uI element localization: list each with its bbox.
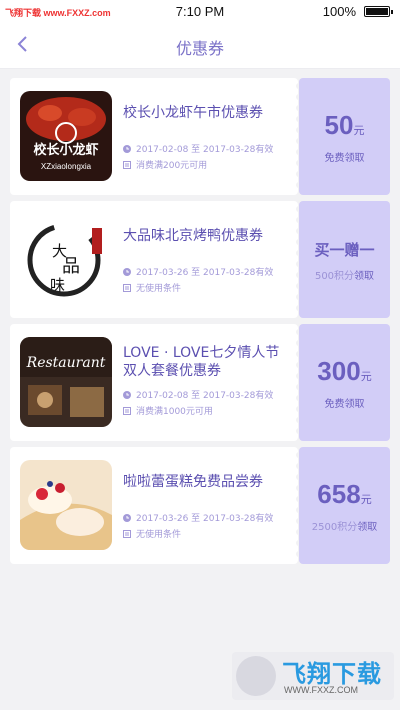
coupon-card[interactable]: Restaurant LOVE · LOVE七夕情人节双人套餐优惠券 2017-… — [10, 324, 390, 441]
coupon-title: 校长小龙虾午市优惠券 — [123, 105, 263, 121]
coupon-card[interactable]: 啦啦蕾蛋糕免费品尝券 2017-03-26 至 2017-03-28有效 无使用… — [10, 447, 390, 564]
coupon-condition: 消费满1000元可用 — [123, 404, 213, 417]
watermark-url: WWW.FXXZ.COM — [284, 685, 358, 695]
watermark: 飞翔下载 WWW.FXXZ.COM — [232, 652, 394, 700]
receipt-icon — [123, 161, 131, 169]
validity-text: 2017-03-26 至 2017-03-28有效 — [136, 514, 274, 524]
condition-text: 无使用条件 — [136, 284, 182, 294]
claim-button[interactable]: 免费领取 — [299, 395, 390, 410]
coupon-title: LOVE · LOVE七夕情人节双人套餐优惠券 — [123, 345, 280, 379]
amount-unit: 元 — [360, 493, 372, 506]
page-title: 优惠券 — [175, 39, 224, 58]
claim-button[interactable]: 500积分领取 — [299, 267, 390, 282]
coupon-info: 校长小龙虾 XZxiaolongxia 校长小龙虾午市优惠券 2017-02-0… — [10, 78, 298, 195]
coupon-title: 啦啦蕾蛋糕免费品尝券 — [123, 474, 263, 490]
amount-value: 300 — [317, 356, 361, 386]
claim-button[interactable]: 2500积分领取 — [299, 518, 390, 533]
coupon-validity: 2017-03-26 至 2017-03-28有效 — [123, 511, 273, 524]
restaurant-photo: Restaurant — [20, 337, 112, 427]
clock-icon — [123, 268, 131, 276]
points-cost: 2500积分 — [311, 522, 358, 533]
validity-text: 2017-02-08 至 2017-03-28有效 — [136, 391, 274, 401]
coupon-list: 校长小龙虾 XZxiaolongxia 校长小龙虾午市优惠券 2017-02-0… — [10, 78, 390, 570]
coupon-validity: 2017-02-08 至 2017-03-28有效 — [123, 388, 273, 401]
coupon-validity: 2017-03-26 至 2017-03-28有效 — [123, 265, 273, 278]
coupon-title: 大品味北京烤鸭优惠券 — [123, 228, 263, 244]
validity-text: 2017-03-26 至 2017-03-28有效 — [136, 268, 274, 278]
nav-bar: 优惠券 — [0, 24, 400, 69]
claim-label: 领取 — [354, 271, 375, 282]
receipt-icon — [123, 284, 131, 292]
coupon-claim[interactable]: 300元 免费领取 — [299, 324, 390, 441]
roast-duck-logo: 大 品 味 — [20, 214, 112, 304]
crayfish-photo: 校长小龙虾 XZxiaolongxia — [20, 91, 112, 181]
claim-button[interactable]: 免费领取 — [299, 149, 390, 164]
watermark-logo-icon — [236, 656, 276, 696]
receipt-icon — [123, 530, 131, 538]
svg-text:品: 品 — [62, 256, 80, 277]
coupon-condition: 消费满200元可用 — [123, 158, 207, 171]
validity-text: 2017-02-08 至 2017-03-28有效 — [136, 145, 274, 155]
watermark-brand: 飞翔下载 — [282, 660, 382, 688]
amount-value: 50 — [324, 110, 354, 140]
coupon-card[interactable]: 校长小龙虾 XZxiaolongxia 校长小龙虾午市优惠券 2017-02-0… — [10, 78, 390, 195]
coupon-claim[interactable]: 买一赠一 500积分领取 — [299, 201, 390, 318]
coupon-amount: 300元 — [299, 356, 390, 387]
svg-text:Restaurant: Restaurant — [26, 355, 106, 371]
coupon-condition: 无使用条件 — [123, 281, 181, 294]
coupon-claim[interactable]: 50元 免费领取 — [299, 78, 390, 195]
status-bar: 飞翔下载 www.FXXZ.com 7:10 PM 100% — [0, 0, 400, 24]
coupon-validity: 2017-02-08 至 2017-03-28有效 — [123, 142, 273, 155]
coupon-info: Restaurant LOVE · LOVE七夕情人节双人套餐优惠券 2017-… — [10, 324, 298, 441]
clock-icon — [123, 514, 131, 522]
svg-text:味: 味 — [50, 276, 65, 294]
clock-icon — [123, 391, 131, 399]
coupon-card[interactable]: 大 品 味 大品味北京烤鸭优惠券 2017-03-26 至 2017-03-28… — [10, 201, 390, 318]
amount-unit: 元 — [360, 370, 372, 383]
coupon-offer: 买一赠一 — [314, 241, 375, 259]
cake-photo — [20, 460, 112, 550]
svg-text:校长小龙虾: 校长小龙虾 — [33, 142, 98, 158]
coupon-amount: 658元 — [299, 479, 390, 510]
condition-text: 无使用条件 — [136, 530, 182, 540]
points-cost: 500积分 — [314, 271, 355, 282]
amount-value: 658 — [317, 479, 361, 509]
clock-icon — [123, 145, 131, 153]
svg-text:XZxiaolongxia: XZxiaolongxia — [41, 162, 92, 171]
battery-percent: 100% — [322, 4, 356, 19]
claim-label: 领取 — [357, 522, 378, 533]
battery-icon — [364, 6, 393, 17]
condition-text: 消费满200元可用 — [136, 161, 208, 171]
amount-unit: 元 — [353, 124, 365, 137]
coupon-info: 大 品 味 大品味北京烤鸭优惠券 2017-03-26 至 2017-03-28… — [10, 201, 298, 318]
coupon-condition: 无使用条件 — [123, 527, 181, 540]
coupon-info: 啦啦蕾蛋糕免费品尝券 2017-03-26 至 2017-03-28有效 无使用… — [10, 447, 298, 564]
condition-text: 消费满1000元可用 — [136, 407, 213, 417]
receipt-icon — [123, 407, 131, 415]
coupon-amount: 50元 — [299, 110, 390, 141]
coupon-claim[interactable]: 658元 2500积分领取 — [299, 447, 390, 564]
